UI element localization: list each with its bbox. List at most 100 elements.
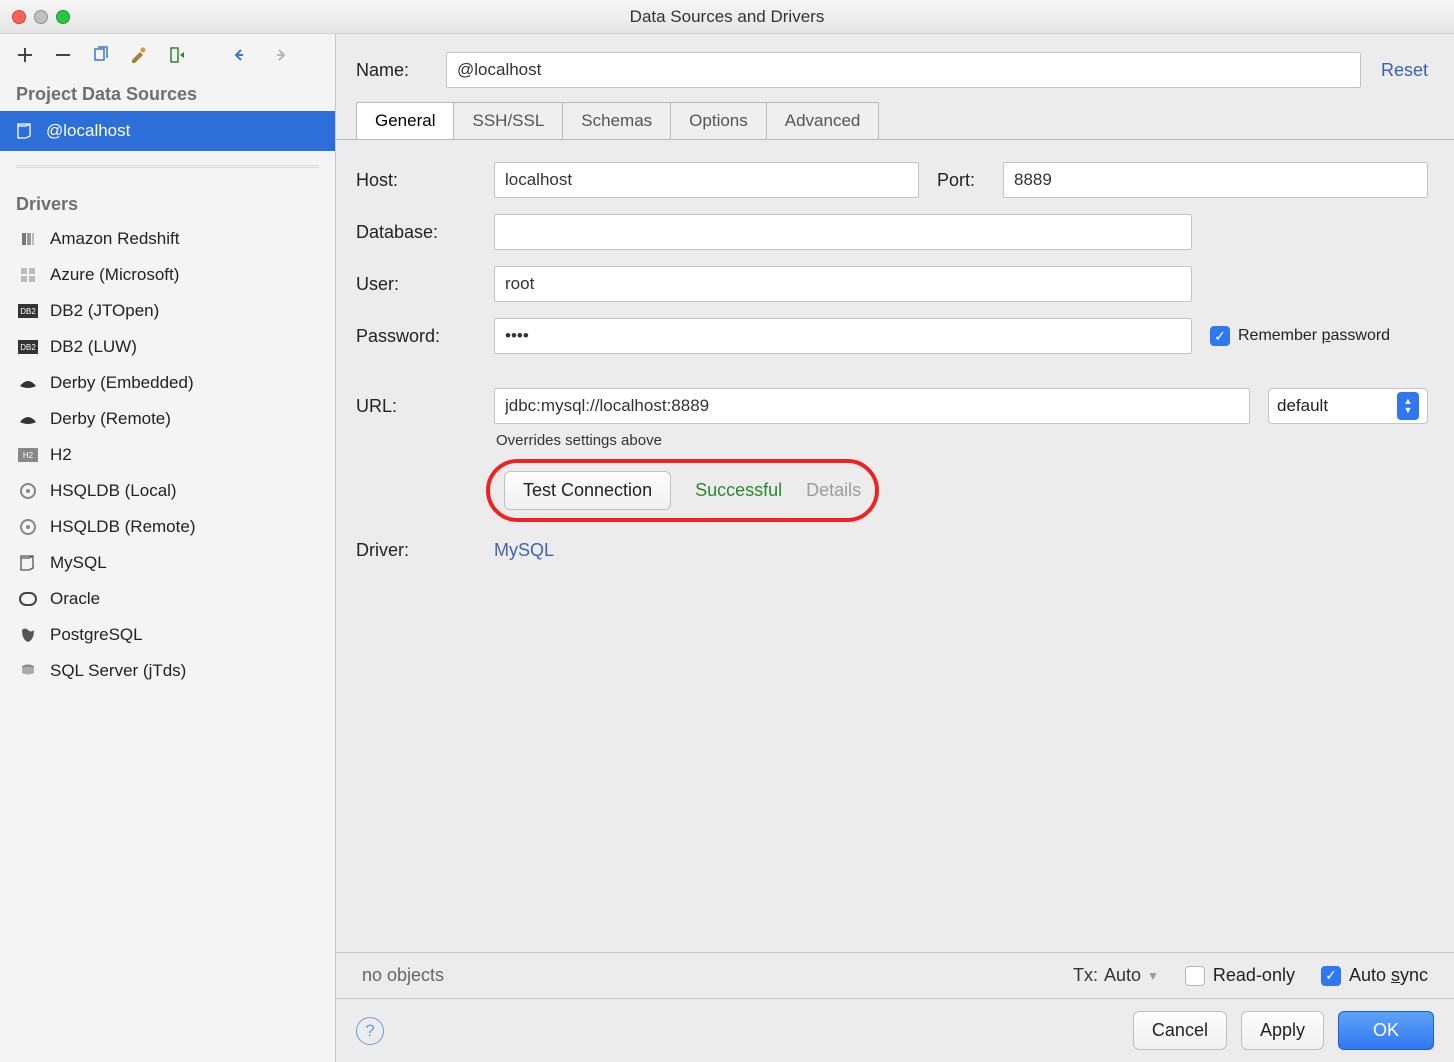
settings-icon[interactable]: [128, 44, 150, 66]
forward-icon[interactable]: [268, 44, 290, 66]
chevron-down-icon: ▼: [1147, 969, 1159, 983]
driver-link[interactable]: MySQL: [494, 540, 554, 561]
driver-item[interactable]: Oracle: [0, 581, 335, 617]
driver-item[interactable]: Amazon Redshift: [0, 221, 335, 257]
driver-label: Oracle: [50, 589, 100, 609]
cancel-button[interactable]: Cancel: [1133, 1011, 1227, 1050]
url-mode-select[interactable]: default ▲▼: [1268, 388, 1428, 424]
driver-icon: [18, 589, 38, 609]
driver-item[interactable]: HSQLDB (Remote): [0, 509, 335, 545]
back-icon[interactable]: [230, 44, 252, 66]
driver-item[interactable]: H2 H2: [0, 437, 335, 473]
driver-item[interactable]: DB2 DB2 (JTOpen): [0, 293, 335, 329]
test-connection-button[interactable]: Test Connection: [504, 471, 671, 510]
driver-item[interactable]: SQL Server (jTds): [0, 653, 335, 689]
reset-link[interactable]: Reset: [1381, 60, 1428, 81]
tab-advanced[interactable]: Advanced: [766, 102, 880, 140]
driver-label: Derby (Remote): [50, 409, 171, 429]
svg-text:H2: H2: [23, 451, 34, 460]
driver-label: DB2 (JTOpen): [50, 301, 159, 321]
driver-item[interactable]: Derby (Remote): [0, 401, 335, 437]
details-link[interactable]: Details: [806, 480, 861, 501]
connection-status: Successful: [695, 480, 782, 501]
readonly-checkbox[interactable]: [1185, 966, 1205, 986]
zoom-icon[interactable]: [56, 10, 70, 24]
driver-label: HSQLDB (Remote): [50, 517, 195, 537]
database-icon: [16, 122, 34, 140]
url-hint: Overrides settings above: [496, 432, 1428, 449]
autosync-checkbox[interactable]: ✓: [1321, 966, 1341, 986]
name-input[interactable]: [446, 52, 1361, 88]
add-icon[interactable]: [14, 44, 36, 66]
data-source-item[interactable]: @localhost: [0, 111, 335, 151]
driver-item[interactable]: PostgreSQL: [0, 617, 335, 653]
callout-highlight: Test Connection Successful Details: [486, 459, 879, 522]
driver-icon: H2: [18, 445, 38, 465]
options-bar: no objects Tx: Auto ▼ Read-only ✓ Auto s…: [336, 952, 1454, 998]
dialog-footer: ? Cancel Apply OK: [336, 998, 1454, 1062]
svg-text:DB2: DB2: [20, 343, 36, 352]
url-label: URL:: [356, 396, 476, 417]
remember-password-checkbox[interactable]: ✓: [1210, 326, 1230, 346]
driver-icon: [18, 661, 38, 681]
project-data-sources-header: Project Data Sources: [0, 72, 335, 111]
tab-general[interactable]: General: [356, 102, 454, 140]
object-count: no objects: [362, 965, 444, 986]
sidebar: Project Data Sources @localhost Drivers …: [0, 34, 336, 1062]
data-source-label: @localhost: [46, 121, 130, 141]
port-label: Port:: [937, 170, 985, 191]
driver-icon: [18, 517, 38, 537]
tab-schemas[interactable]: Schemas: [562, 102, 671, 140]
select-arrows-icon: ▲▼: [1397, 392, 1419, 420]
driver-icon: [18, 229, 38, 249]
host-input[interactable]: [494, 162, 919, 198]
driver-item[interactable]: Azure (Microsoft): [0, 257, 335, 293]
driver-item[interactable]: MySQL: [0, 545, 335, 581]
autosync-label: Auto sync: [1349, 965, 1428, 986]
svg-text:DB2: DB2: [20, 307, 36, 316]
copy-icon[interactable]: [90, 44, 112, 66]
remember-password-label: Remember password: [1238, 327, 1390, 345]
dialog-window: Data Sources and Drivers Project Data So…: [0, 0, 1454, 1062]
driver-label: Amazon Redshift: [50, 229, 179, 249]
driver-icon: [18, 373, 38, 393]
import-icon[interactable]: [166, 44, 188, 66]
password-input[interactable]: [494, 318, 1192, 354]
driver-list: Amazon Redshift Azure (Microsoft) DB2 DB2 (…: [0, 221, 335, 1062]
driver-label: HSQLDB (Local): [50, 481, 177, 501]
ok-button[interactable]: OK: [1338, 1011, 1434, 1050]
database-input[interactable]: [494, 214, 1192, 250]
user-input[interactable]: [494, 266, 1192, 302]
apply-button[interactable]: Apply: [1241, 1011, 1324, 1050]
driver-item[interactable]: HSQLDB (Local): [0, 473, 335, 509]
driver-icon: [18, 553, 38, 573]
tab-bar: GeneralSSH/SSLSchemasOptionsAdvanced: [356, 102, 1434, 140]
close-icon[interactable]: [12, 10, 26, 24]
port-input[interactable]: [1003, 162, 1428, 198]
tab-options[interactable]: Options: [670, 102, 767, 140]
driver-label: MySQL: [50, 553, 107, 573]
minimize-icon[interactable]: [34, 10, 48, 24]
help-icon[interactable]: ?: [356, 1017, 384, 1045]
driver-icon: [18, 625, 38, 645]
separator[interactable]: [16, 165, 319, 168]
driver-label: DB2 (LUW): [50, 337, 137, 357]
tx-mode-dropdown[interactable]: Tx: Auto ▼: [1073, 965, 1159, 986]
sidebar-toolbar: [0, 34, 335, 72]
window-title: Data Sources and Drivers: [630, 7, 825, 27]
driver-label: Driver:: [356, 540, 476, 561]
driver-label: Azure (Microsoft): [50, 265, 179, 285]
driver-label: H2: [50, 445, 72, 465]
dialog-body: Project Data Sources @localhost Drivers …: [0, 34, 1454, 1062]
readonly-label: Read-only: [1213, 965, 1295, 986]
url-input[interactable]: [494, 388, 1250, 424]
window-controls: [12, 10, 70, 24]
drivers-header: Drivers: [0, 182, 335, 221]
driver-item[interactable]: DB2 DB2 (LUW): [0, 329, 335, 365]
driver-item[interactable]: Derby (Embedded): [0, 365, 335, 401]
driver-icon: [18, 409, 38, 429]
database-label: Database:: [356, 222, 476, 243]
remove-icon[interactable]: [52, 44, 74, 66]
titlebar: Data Sources and Drivers: [0, 0, 1454, 34]
tab-sshssl[interactable]: SSH/SSL: [453, 102, 563, 140]
